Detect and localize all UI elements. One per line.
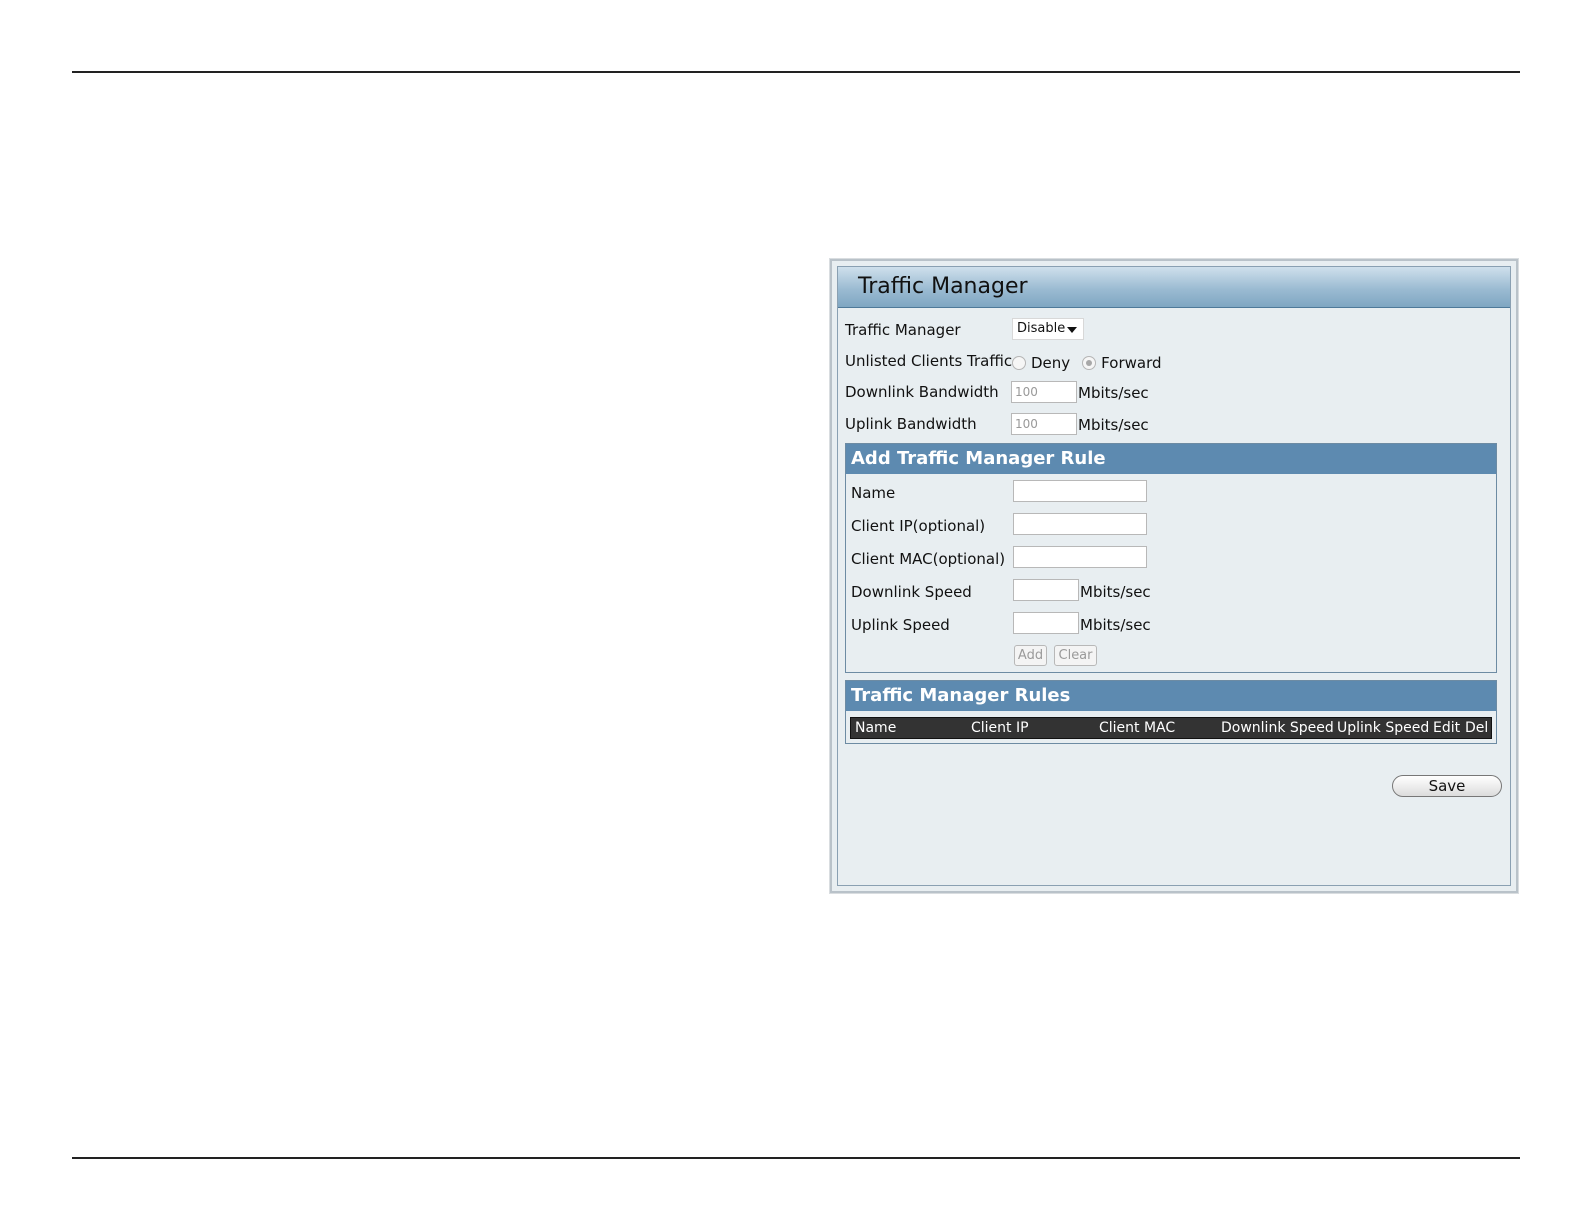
rules-title: Traffic Manager Rules — [846, 681, 1496, 711]
add-rule-section: Add Traffic Manager Rule Name Client IP(… — [845, 443, 1497, 673]
uplink-speed-label: Uplink Speed — [851, 616, 950, 634]
downlink-bandwidth-input[interactable]: 100 — [1011, 381, 1077, 403]
traffic-manager-value: Disable — [1017, 321, 1066, 336]
downlink-speed-input[interactable] — [1013, 579, 1079, 601]
uplink-speed-unit: Mbits/sec — [1080, 616, 1151, 634]
traffic-manager-panel: Traffic Manager Traffic Manager Disable … — [830, 259, 1518, 893]
unlisted-clients-row: Unlisted Clients Traffic Deny Forward — [838, 348, 1510, 374]
client-ip-input[interactable] — [1013, 513, 1147, 535]
panel-title: Traffic Manager — [838, 267, 1510, 308]
column-client-ip: Client IP — [971, 720, 1029, 736]
forward-radio-label: Forward — [1101, 353, 1162, 372]
traffic-manager-select[interactable]: Disable — [1012, 318, 1084, 340]
column-name: Name — [855, 720, 897, 736]
save-button[interactable]: Save — [1392, 775, 1502, 797]
column-edit: Edit — [1433, 720, 1461, 736]
client-mac-input[interactable] — [1013, 546, 1147, 568]
forward-radio[interactable] — [1082, 355, 1097, 370]
rule-name-input[interactable] — [1013, 480, 1147, 502]
uplink-bandwidth-input[interactable]: 100 — [1011, 413, 1077, 435]
client-ip-row: Client IP(optional) — [846, 513, 1496, 539]
add-rule-title: Add Traffic Manager Rule — [846, 444, 1496, 474]
deny-radio[interactable] — [1012, 355, 1026, 370]
column-uplink-speed: Uplink Speed — [1337, 720, 1430, 736]
column-del: Del — [1465, 720, 1489, 736]
deny-radio-label: Deny — [1031, 353, 1071, 372]
column-client-mac: Client MAC — [1099, 720, 1176, 736]
uplink-bandwidth-unit: Mbits/sec — [1078, 416, 1149, 434]
chevron-down-icon — [1067, 327, 1077, 333]
rule-name-label: Name — [851, 484, 896, 502]
add-button[interactable]: Add — [1014, 645, 1047, 666]
panel-inner: Traffic Manager Traffic Manager Disable … — [837, 266, 1511, 886]
uplink-bandwidth-label: Uplink Bandwidth — [845, 415, 977, 433]
clear-button[interactable]: Clear — [1054, 645, 1097, 666]
client-mac-label: Client MAC(optional) — [851, 550, 1006, 568]
traffic-manager-label: Traffic Manager — [845, 321, 961, 339]
downlink-speed-row: Downlink Speed Mbits/sec — [846, 579, 1496, 605]
downlink-bandwidth-unit: Mbits/sec — [1078, 384, 1149, 402]
top-divider — [72, 71, 1520, 73]
client-ip-label: Client IP(optional) — [851, 517, 986, 535]
client-mac-row: Client MAC(optional) — [846, 546, 1496, 572]
downlink-bandwidth-label: Downlink Bandwidth — [845, 383, 999, 401]
downlink-speed-label: Downlink Speed — [851, 583, 972, 601]
unlisted-clients-label: Unlisted Clients Traffic — [845, 352, 1013, 370]
rule-name-row: Name — [846, 480, 1496, 506]
uplink-speed-input[interactable] — [1013, 612, 1079, 634]
column-downlink-speed: Downlink Speed — [1221, 720, 1334, 736]
traffic-manager-row: Traffic Manager Disable — [838, 317, 1510, 343]
rules-table-header: Name Client IP Client MAC Downlink Speed… — [850, 717, 1492, 739]
unlisted-clients-options: Deny Forward — [1012, 353, 1174, 372]
uplink-speed-row: Uplink Speed Mbits/sec — [846, 612, 1496, 638]
downlink-bandwidth-row: Downlink Bandwidth 100 Mbits/sec — [838, 379, 1510, 405]
uplink-bandwidth-row: Uplink Bandwidth 100 Mbits/sec — [838, 411, 1510, 437]
downlink-speed-unit: Mbits/sec — [1080, 583, 1151, 601]
bottom-divider — [72, 1157, 1520, 1159]
rules-section: Traffic Manager Rules Name Client IP Cli… — [845, 680, 1497, 744]
